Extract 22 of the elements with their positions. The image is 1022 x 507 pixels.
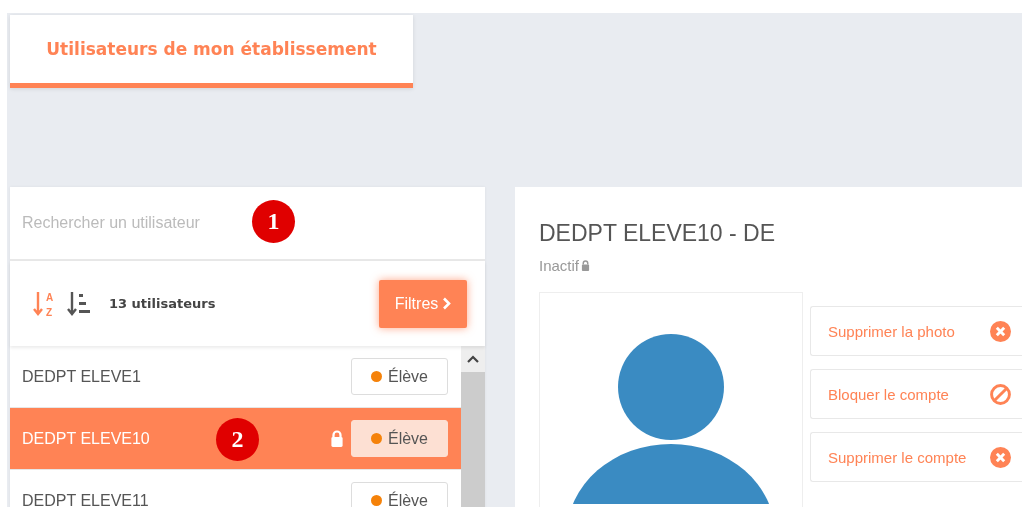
status-label: Inactif [539,257,580,274]
action-button[interactable]: Supprimer la photo [810,306,1022,356]
close-icon [990,446,1011,468]
role-label: Élève [388,367,428,386]
action-button[interactable]: Supprimer le compte [810,432,1022,482]
sort-list-icon[interactable] [67,289,91,318]
close-icon [990,320,1011,342]
user-name: DEDPT ELEVE11 [22,491,149,507]
user-title: DEDPT ELEVE10 - DE [539,220,777,247]
chevron-right-icon [442,297,452,310]
scrollbar[interactable] [461,346,485,507]
role-label: Élève [388,429,428,448]
role-label: Élève [388,491,428,507]
action-button[interactable]: Bloquer le compte [810,369,1022,419]
tab[interactable]: Utilisateurs de mon établissement [10,15,413,88]
user-name: DEDPT ELEVE10 [22,429,150,448]
filters-button[interactable]: Filtres [379,279,467,328]
chevron-up-icon[interactable] [467,355,479,363]
user-list-item[interactable]: DEDPT ELEVE1 Élève [10,346,461,408]
block-icon [990,383,1011,405]
user-count: 13 utilisateurs [109,296,217,311]
user-name: DEDPT ELEVE1 [22,367,141,386]
